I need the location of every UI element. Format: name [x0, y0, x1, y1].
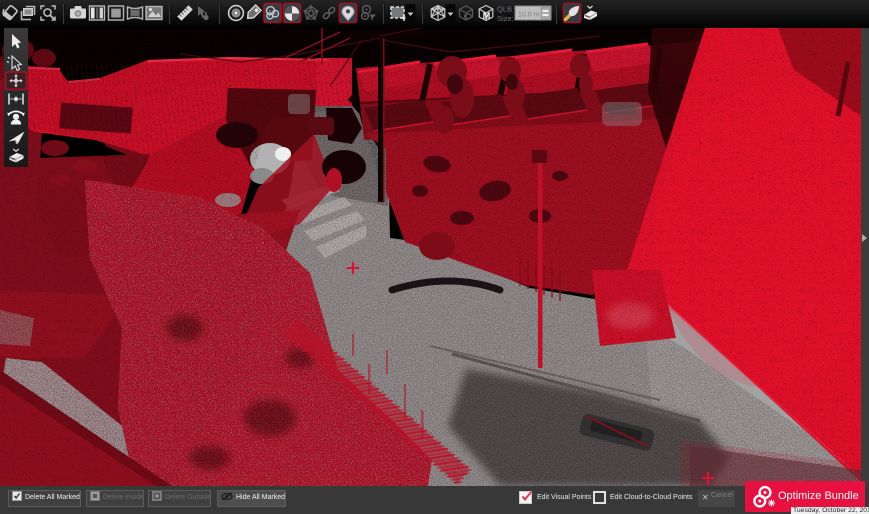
- svg-text:M: M: [483, 11, 491, 21]
- svg-text:10.0 m: 10.0 m: [518, 12, 540, 19]
- svg-text:Size:: Size:: [497, 14, 514, 23]
- svg-text:QLB: QLB: [497, 5, 512, 14]
